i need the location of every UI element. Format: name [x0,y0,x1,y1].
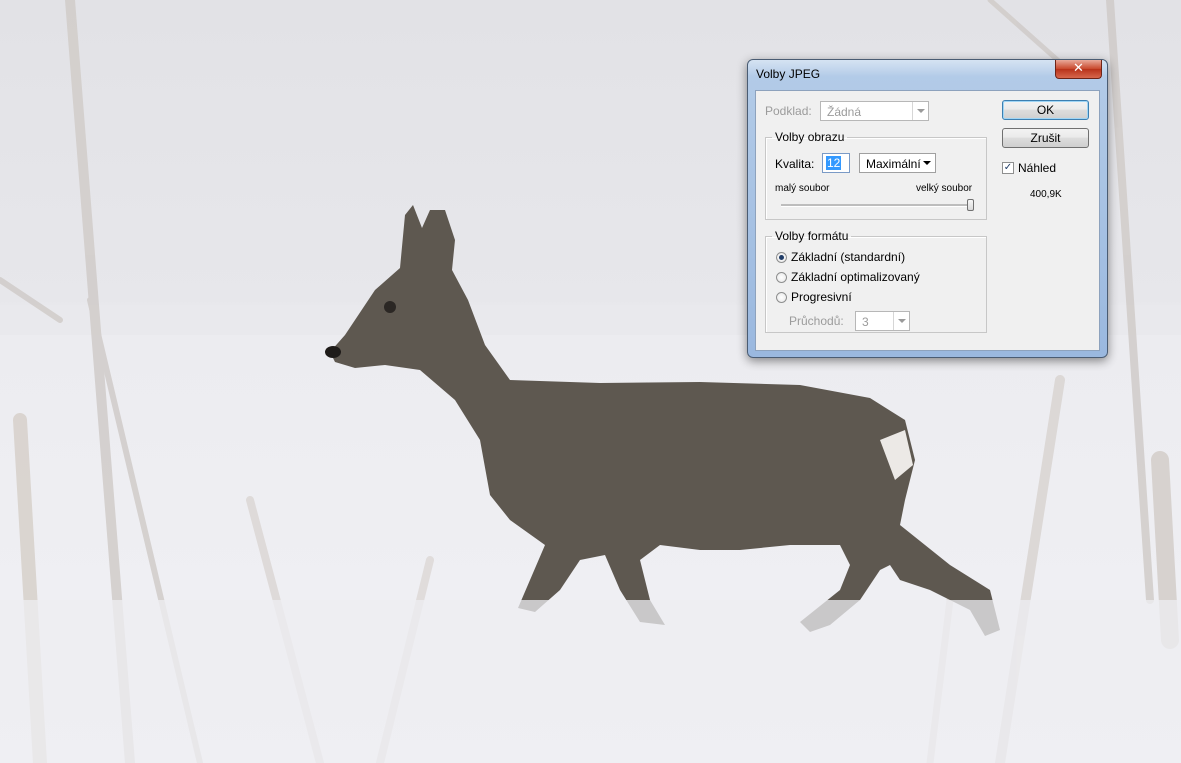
matte-select: Žádná [820,101,929,121]
radio-progressive-label[interactable]: Progresivní [791,290,852,304]
quality-input[interactable]: 12 [822,153,850,173]
close-icon[interactable]: ✕ [1055,60,1102,79]
dialog-client-area: Podklad: Žádná Volby obrazu Kvalita: 12 … [755,90,1100,351]
format-options-legend: Volby formátu [775,229,849,243]
radio-baseline-standard-label[interactable]: Základní (standardní) [791,250,905,264]
slider-min-label: malý soubor [775,183,830,194]
quality-slider-track[interactable] [781,204,972,207]
image-options-legend: Volby obrazu [775,130,845,144]
jpeg-options-dialog: Volby JPEG ✕ Podklad: Žádná Volby obrazu… [747,59,1108,358]
slider-max-label: velký soubor [916,183,973,194]
scans-label: Průchodů: [789,314,844,328]
radio-baseline-optimized-label[interactable]: Základní optimalizovaný [791,270,920,284]
chevron-down-icon [912,102,928,120]
preview-checkbox[interactable]: ✓ [1002,162,1014,174]
scans-select: 3 [855,311,910,331]
scans-select-value: 3 [862,315,869,329]
radio-baseline-optimized[interactable] [776,272,787,283]
file-size-readout: 400,9K [1030,189,1062,200]
cancel-button[interactable]: Zrušit [1002,128,1089,148]
radio-baseline-standard[interactable] [776,252,787,263]
deer-nose [325,346,341,358]
quality-input-value: 12 [826,156,842,170]
quality-preset-value: Maximální [866,157,921,171]
ok-button[interactable]: OK [1002,100,1089,120]
dialog-title: Volby JPEG [756,67,821,81]
chevron-down-icon [893,312,909,330]
quality-preset-select[interactable]: Maximální [859,153,936,173]
quality-slider-thumb[interactable] [967,199,974,211]
matte-select-value: Žádná [827,105,862,119]
snow-mist [0,600,1181,763]
matte-label: Podklad: [765,104,812,118]
deer-eye [384,301,396,313]
preview-label[interactable]: Náhled [1018,161,1056,175]
quality-label: Kvalita: [775,157,815,171]
chevron-down-icon [919,154,935,172]
radio-progressive[interactable] [776,292,787,303]
dialog-titlebar[interactable]: Volby JPEG [748,60,1107,88]
